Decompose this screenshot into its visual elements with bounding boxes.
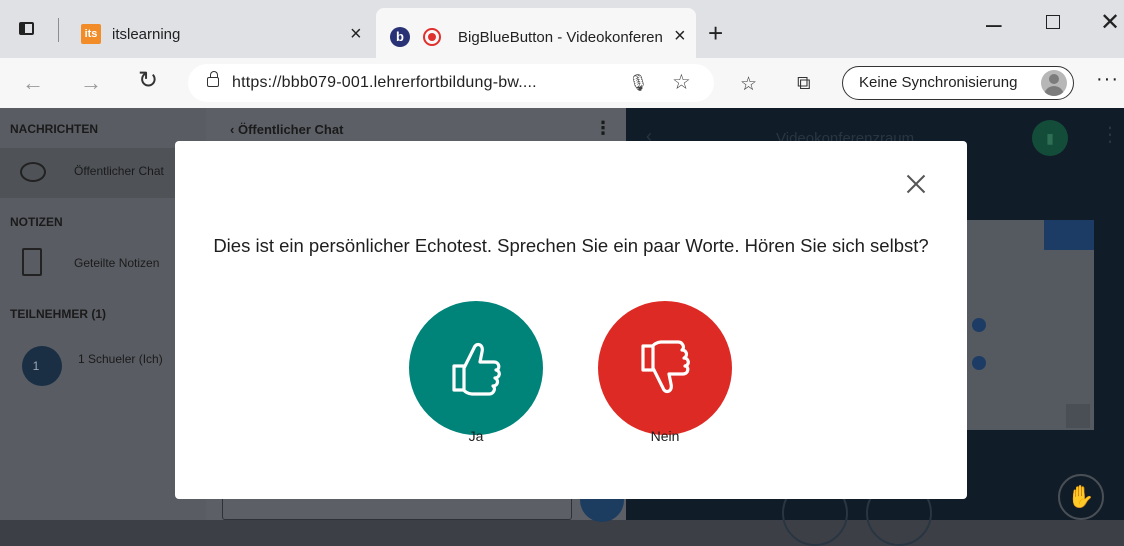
user-avatar: 1 bbox=[22, 346, 62, 386]
lock-icon[interactable] bbox=[207, 71, 219, 87]
back-arrow-icon[interactable]: ← bbox=[22, 70, 44, 96]
participants-section-title: TEILNEHMER (1) bbox=[10, 307, 106, 321]
options-menu-icon[interactable]: ⋮ bbox=[1100, 122, 1120, 147]
minimize-presentation-button[interactable] bbox=[1044, 220, 1094, 250]
thumbs-up-icon bbox=[452, 342, 501, 396]
favorites-icon[interactable]: ☆ bbox=[740, 73, 757, 96]
bigbluebutton-logo-icon: b bbox=[390, 27, 410, 47]
echo-test-message: Dies ist ein persönlicher Echotest. Spre… bbox=[213, 235, 929, 256]
more-options-icon[interactable]: ··· bbox=[1096, 68, 1119, 91]
chat-options-icon[interactable]: ⋮ bbox=[594, 118, 612, 139]
forward-arrow-icon[interactable]: → bbox=[80, 70, 102, 96]
address-bar[interactable]: https://bbb079-001.lehrerfortbildung-bw.… bbox=[188, 64, 714, 102]
window-close-icon[interactable]: ✕ bbox=[1100, 8, 1120, 37]
chevron-left-icon: ‹ bbox=[230, 122, 238, 137]
raise-hand-icon[interactable]: ✋ bbox=[1058, 474, 1104, 520]
address-url[interactable]: https://bbb079-001.lehrerfortbildung-bw.… bbox=[232, 74, 537, 92]
shared-notes-label: Geteilte Notizen bbox=[74, 256, 160, 270]
slide-bullet-icon bbox=[972, 356, 986, 370]
chat-header[interactable]: ‹ Öffentlicher Chat bbox=[230, 122, 343, 137]
refresh-icon[interactable]: ↻ bbox=[138, 66, 158, 95]
tab-separator bbox=[58, 18, 59, 42]
tab-actions-icon bbox=[19, 22, 34, 35]
echo-no-button[interactable] bbox=[598, 301, 732, 435]
chat-header-title: Öffentlicher Chat bbox=[237, 122, 344, 137]
window-maximize-icon[interactable] bbox=[1046, 15, 1060, 29]
tab-bigbluebutton[interactable]: b BigBlueButton - Videokonferenz × bbox=[376, 8, 696, 58]
new-tab-plus-icon[interactable]: + bbox=[708, 20, 723, 46]
tab-title: itslearning bbox=[112, 26, 181, 43]
connection-status-icon[interactable]: ▮ bbox=[1032, 120, 1068, 156]
participant-name: 1 Schueler (Ich) bbox=[78, 352, 163, 366]
notes-section-title: NOTIZEN bbox=[10, 215, 63, 229]
tab-itslearning[interactable]: its itslearning × bbox=[70, 8, 370, 58]
slide-bullet-icon bbox=[972, 318, 986, 332]
recording-icon bbox=[423, 28, 441, 46]
notes-icon bbox=[22, 248, 42, 276]
window-minimize-icon[interactable]: – bbox=[986, 8, 1002, 40]
add-favorite-icon[interactable]: ☆ bbox=[672, 70, 691, 95]
tab-title: BigBlueButton - Videokonferenz bbox=[458, 29, 663, 46]
echo-test-modal: Dies ist ein persönlicher Echotest. Spre… bbox=[175, 141, 967, 499]
messages-section-title: NACHRICHTEN bbox=[10, 122, 98, 136]
tab-close-icon[interactable]: × bbox=[674, 25, 686, 48]
echo-yes-label: Ja bbox=[468, 428, 484, 444]
itslearning-logo-icon: its bbox=[81, 24, 101, 44]
microphone-icon[interactable]: 🎙 bbox=[628, 73, 648, 93]
tab-actions-button[interactable] bbox=[16, 18, 38, 40]
profile-sync-button[interactable]: Keine Synchronisierung bbox=[842, 66, 1074, 100]
fullscreen-icon[interactable] bbox=[1066, 404, 1090, 428]
echo-yes-button[interactable] bbox=[409, 301, 543, 435]
thumbs-down-icon bbox=[641, 340, 690, 394]
chat-icon bbox=[20, 162, 46, 182]
profile-avatar-icon bbox=[1041, 70, 1067, 96]
browser-tab-strip: its itslearning × b BigBlueButton - Vide… bbox=[0, 0, 1124, 58]
close-icon[interactable] bbox=[903, 171, 929, 197]
echo-no-label: Nein bbox=[650, 428, 680, 444]
tab-close-icon[interactable]: × bbox=[350, 23, 362, 46]
sync-label: Keine Synchronisierung bbox=[859, 74, 1018, 91]
browser-toolbar: ← → ↻ https://bbb079-001.lehrerfortbildu… bbox=[0, 58, 1124, 108]
collections-icon[interactable]: ⧉ bbox=[797, 73, 811, 95]
public-chat-label: Öffentlicher Chat bbox=[74, 164, 164, 178]
